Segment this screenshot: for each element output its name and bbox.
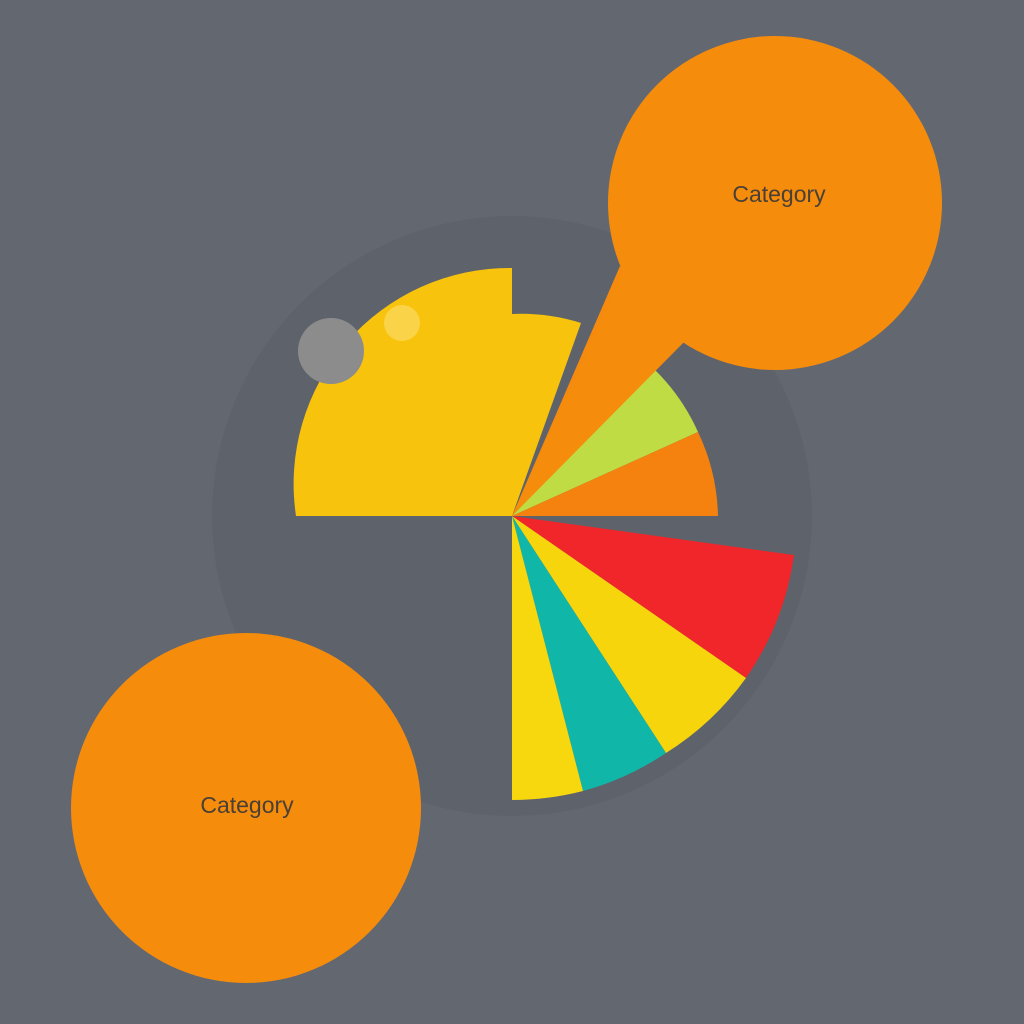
pie-chart: Category Category <box>71 36 942 983</box>
callout-label-bottom: Category <box>200 792 294 818</box>
chart-canvas: Category Category <box>0 0 1024 1024</box>
callout-label-top: Category <box>732 181 826 207</box>
highlight-dot <box>384 305 420 341</box>
knob-circle <box>298 318 364 384</box>
